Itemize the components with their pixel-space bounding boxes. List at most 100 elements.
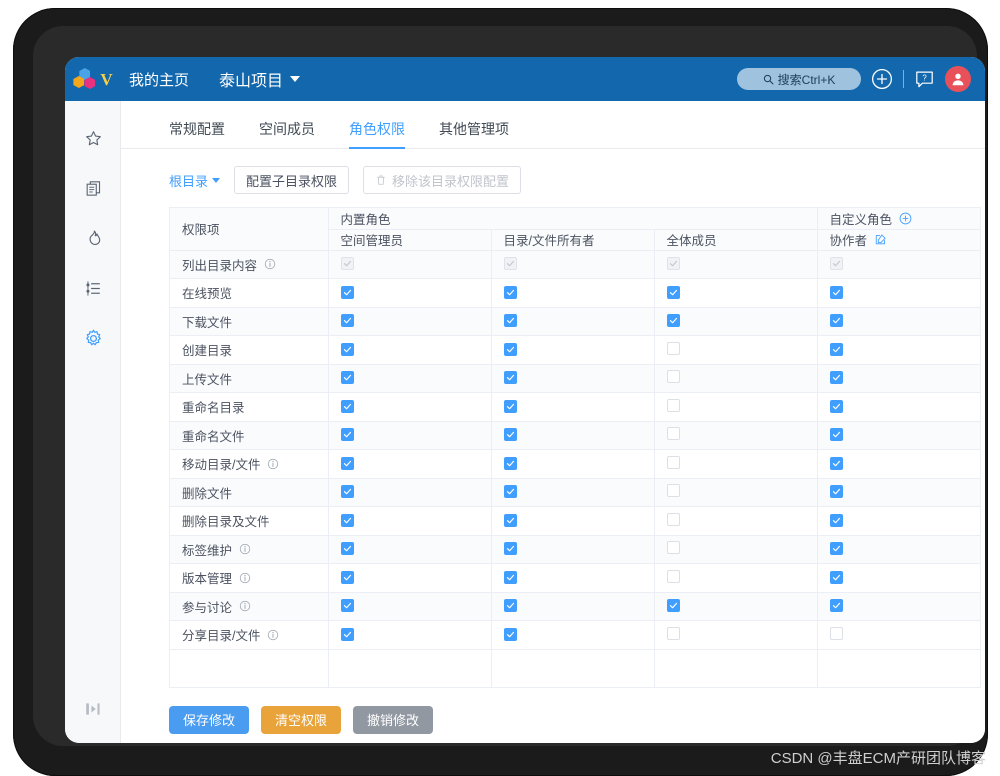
permission-checkbox[interactable] bbox=[503, 627, 517, 641]
nav-home-link[interactable]: 我的主页 bbox=[129, 69, 189, 90]
permission-checkbox[interactable] bbox=[829, 314, 843, 328]
permission-name-cell: 标签维护 bbox=[170, 535, 329, 564]
permission-checkbox[interactable] bbox=[666, 541, 680, 555]
permission-checkbox[interactable] bbox=[503, 485, 517, 499]
search-input[interactable]: 搜索Ctrl+K bbox=[737, 68, 861, 90]
permission-checkbox[interactable] bbox=[829, 542, 843, 556]
permission-checkbox[interactable] bbox=[340, 371, 354, 385]
permission-checkbox[interactable] bbox=[829, 285, 843, 299]
permission-checkbox[interactable] bbox=[666, 314, 680, 328]
permission-checkbox[interactable] bbox=[503, 428, 517, 442]
tab-general-config[interactable]: 常规配置 bbox=[169, 119, 225, 148]
rail-item-documents[interactable] bbox=[65, 163, 121, 213]
info-icon[interactable] bbox=[264, 258, 276, 270]
permission-table-body: 列出目录内容 在线预览 下载文件 创建目录 上传文件 重命名目录 重命名文件 移动目录/文件删… bbox=[170, 250, 980, 688]
permission-checkbox-cell bbox=[491, 278, 655, 308]
permission-checkbox[interactable] bbox=[340, 627, 354, 641]
permission-checkbox[interactable] bbox=[503, 599, 517, 613]
check-icon bbox=[832, 346, 840, 353]
permission-checkbox[interactable] bbox=[503, 314, 517, 328]
permission-checkbox[interactable] bbox=[340, 399, 354, 413]
add-button[interactable] bbox=[871, 68, 893, 90]
permission-checkbox[interactable] bbox=[829, 626, 843, 640]
sliders-list-icon bbox=[85, 280, 100, 296]
permission-checkbox[interactable] bbox=[666, 341, 680, 355]
permission-checkbox[interactable] bbox=[340, 513, 354, 527]
permission-checkbox[interactable] bbox=[503, 456, 517, 470]
remove-directory-permission-button[interactable]: 移除该目录权限配置 bbox=[363, 166, 522, 194]
permission-checkbox[interactable] bbox=[666, 626, 680, 640]
tab-other-management[interactable]: 其他管理项 bbox=[439, 119, 509, 148]
permission-checkbox[interactable] bbox=[829, 570, 843, 584]
permission-checkbox[interactable] bbox=[666, 484, 680, 498]
tab-role-permissions[interactable]: 角色权限 bbox=[349, 119, 405, 149]
edit-role-icon[interactable] bbox=[874, 233, 887, 246]
table-empty-row bbox=[170, 649, 980, 688]
app-logo[interactable]: V bbox=[65, 57, 121, 101]
rail-item-settings[interactable] bbox=[65, 313, 121, 363]
save-button[interactable]: 保存修改 bbox=[169, 705, 250, 734]
user-avatar[interactable] bbox=[945, 66, 971, 92]
search-icon bbox=[763, 74, 774, 84]
permission-checkbox[interactable] bbox=[829, 371, 843, 385]
permission-checkbox[interactable] bbox=[503, 570, 517, 584]
rail-item-filters[interactable] bbox=[65, 263, 121, 313]
permission-checkbox[interactable] bbox=[503, 342, 517, 356]
permission-checkbox[interactable] bbox=[666, 512, 680, 526]
rail-collapse-toggle[interactable] bbox=[65, 689, 121, 729]
permission-checkbox[interactable] bbox=[503, 399, 517, 413]
add-role-icon[interactable] bbox=[899, 212, 912, 225]
permission-checkbox[interactable] bbox=[829, 456, 843, 470]
permission-checkbox[interactable] bbox=[340, 285, 354, 299]
permission-checkbox[interactable] bbox=[340, 485, 354, 499]
info-icon[interactable] bbox=[239, 600, 251, 612]
info-icon[interactable] bbox=[267, 629, 279, 641]
rail-item-favorites[interactable] bbox=[65, 113, 121, 163]
permission-checkbox[interactable] bbox=[829, 599, 843, 613]
permission-checkbox[interactable] bbox=[666, 455, 680, 469]
permission-checkbox[interactable] bbox=[666, 427, 680, 441]
permission-checkbox[interactable] bbox=[666, 398, 680, 412]
help-chat-icon: ? bbox=[916, 71, 933, 87]
permission-checkbox[interactable] bbox=[829, 485, 843, 499]
permission-checkbox[interactable] bbox=[340, 314, 354, 328]
permission-checkbox[interactable] bbox=[503, 513, 517, 527]
permission-checkbox[interactable] bbox=[340, 342, 354, 356]
permission-name-cell: 重命名文件 bbox=[170, 421, 329, 450]
clear-permissions-button[interactable]: 清空权限 bbox=[261, 705, 342, 734]
configure-subdirectory-permissions-button[interactable]: 配置子目录权限 bbox=[234, 166, 350, 194]
permission-checkbox[interactable] bbox=[340, 428, 354, 442]
permission-checkbox-cell bbox=[817, 592, 980, 621]
root-directory-selector[interactable]: 根目录 bbox=[169, 171, 221, 190]
permission-checkbox[interactable] bbox=[340, 599, 354, 613]
permission-checkbox[interactable] bbox=[666, 569, 680, 583]
permission-checkbox[interactable] bbox=[829, 399, 843, 413]
permission-checkbox[interactable] bbox=[666, 370, 680, 384]
permission-checkbox[interactable] bbox=[503, 542, 517, 556]
nav-project-selector[interactable]: 泰山项目 bbox=[219, 67, 301, 91]
info-icon[interactable] bbox=[239, 543, 251, 555]
permission-checkbox[interactable] bbox=[666, 285, 680, 299]
permission-checkbox bbox=[503, 257, 517, 271]
tab-space-members[interactable]: 空间成员 bbox=[259, 119, 315, 148]
permission-checkbox[interactable] bbox=[829, 428, 843, 442]
permission-checkbox[interactable] bbox=[340, 456, 354, 470]
table-row: 版本管理 bbox=[170, 563, 980, 593]
revert-changes-button[interactable]: 撤销修改 bbox=[353, 705, 434, 734]
hexagon-logo-icon bbox=[73, 68, 97, 90]
info-icon[interactable] bbox=[267, 458, 279, 470]
permission-checkbox-cell bbox=[817, 449, 980, 479]
help-button[interactable]: ? bbox=[914, 69, 935, 90]
permission-checkbox[interactable] bbox=[666, 599, 680, 613]
permission-checkbox[interactable] bbox=[340, 570, 354, 584]
permission-checkbox[interactable] bbox=[503, 285, 517, 299]
rail-item-hot[interactable] bbox=[65, 213, 121, 263]
app-screen: V 我的主页 泰山项目 搜索Ctrl+K ? 常规配置 空间成员 角色权限 其他… bbox=[65, 57, 985, 743]
check-icon bbox=[832, 375, 840, 381]
permission-table-head: 权限项 内置角色 自定义角色 空间管理员 目录/文件所有者 全体成员 协作者 bbox=[170, 208, 980, 251]
permission-checkbox[interactable] bbox=[829, 513, 843, 527]
permission-checkbox[interactable] bbox=[503, 371, 517, 385]
permission-checkbox[interactable] bbox=[340, 542, 354, 556]
permission-checkbox[interactable] bbox=[829, 342, 843, 356]
info-icon[interactable] bbox=[239, 572, 251, 584]
